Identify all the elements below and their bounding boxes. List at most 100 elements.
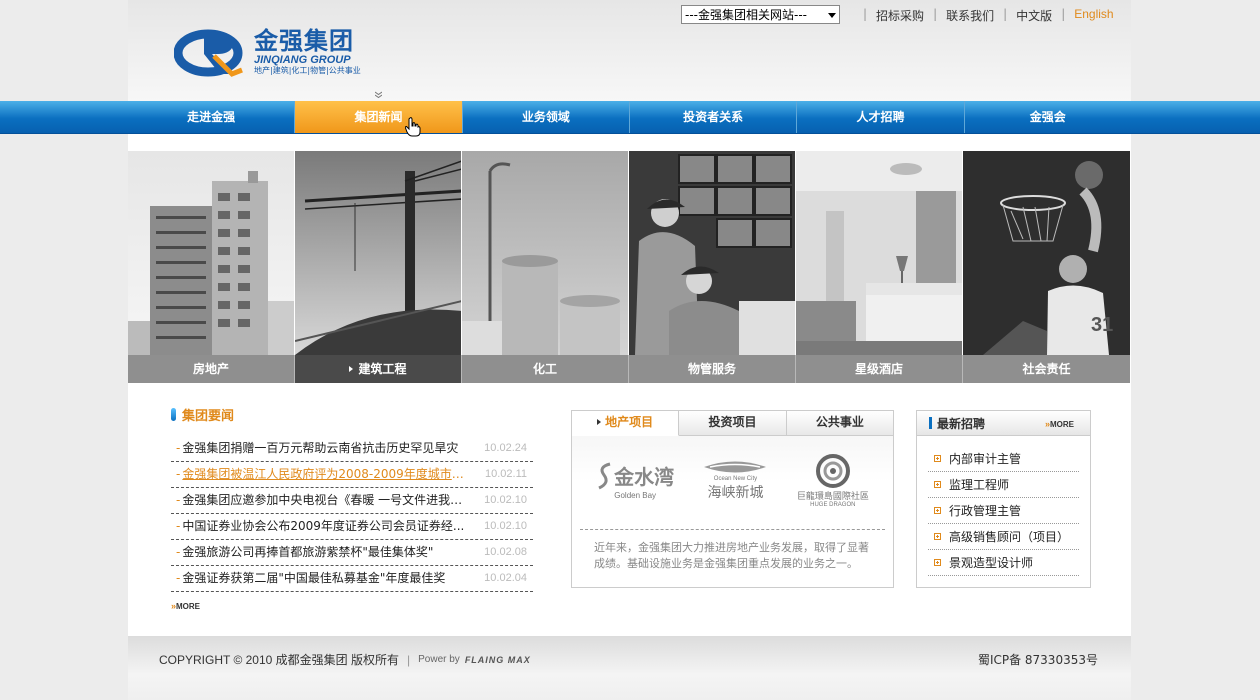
- news-item-date: 10.02.24: [484, 442, 527, 454]
- divider: |: [863, 7, 868, 21]
- nav-item-business[interactable]: 业务领域: [463, 101, 630, 133]
- job-title[interactable]: 行政管理主管: [949, 502, 1021, 519]
- arrow-right-icon: [597, 419, 602, 425]
- jobs-more-link[interactable]: » MORE: [1045, 419, 1074, 429]
- panel-hotel[interactable]: [796, 151, 963, 355]
- chevron-down-icon: [375, 91, 382, 98]
- job-title[interactable]: 监理工程师: [949, 476, 1009, 493]
- nav-item-news[interactable]: 集团新闻: [295, 101, 463, 137]
- header: 金强集团 JINQIANG GROUP 地产|建筑|化工|物管|公共事业 ---…: [128, 0, 1131, 101]
- news-item-date: 10.02.11: [484, 468, 527, 480]
- news-item-title[interactable]: 金强集团捐赠一百万元帮助云南省抗击历史罕见旱灾: [182, 436, 468, 461]
- dropdown-arrow-icon: [828, 13, 836, 18]
- project-logo-golden-bay[interactable]: 金水湾 Golden Bay: [596, 461, 674, 500]
- panel-real-estate[interactable]: [128, 151, 295, 355]
- project-logo-ocean-city[interactable]: Ocean New City 海峡新城: [702, 458, 768, 502]
- projects-box: 地产项目 投资项目 公共事业 金水湾 Golden Bay Ocean New …: [571, 410, 894, 588]
- business-captions: 房地产 建筑工程 化工 物管服务 星级酒店 社会责任: [128, 355, 1131, 383]
- related-sites-select[interactable]: ---金强集团相关网站---: [681, 5, 840, 24]
- hotel-room-image: [796, 151, 962, 355]
- link-contact[interactable]: 联系我们: [946, 7, 994, 24]
- nav-item-about[interactable]: 走进金强: [128, 101, 296, 133]
- divider: [580, 529, 885, 530]
- news-item-date: 10.02.08: [484, 546, 527, 558]
- caption-chemical[interactable]: 化工: [462, 355, 629, 383]
- divider: |: [933, 7, 938, 21]
- news-item[interactable]: - 中国证券业协会公布2009年度证券公司会员证券经... 10.02.10: [171, 514, 533, 540]
- caption-construction-label: 建筑工程: [358, 362, 407, 376]
- nav-item-club[interactable]: 金强会: [965, 101, 1131, 133]
- news-section: 集团要闻 - 金强集团捐赠一百万元帮助云南省抗击历史罕见旱灾 10.02.24 -金…: [171, 404, 533, 592]
- news-item[interactable]: - 金强集团捐赠一百万元帮助云南省抗击历史罕见旱灾 10.02.24: [171, 436, 533, 462]
- news-list: - 金强集团捐赠一百万元帮助云南省抗击历史罕见旱灾 10.02.24 - 金强集团被温…: [171, 436, 533, 592]
- basketball-image: 31: [963, 151, 1130, 355]
- job-item[interactable]: 监理工程师: [928, 472, 1079, 498]
- project-logo-huge-dragon[interactable]: 巨龍環島國際社區 HUGE DRAGON: [797, 453, 869, 508]
- caption-social-responsibility[interactable]: 社会责任: [963, 355, 1130, 383]
- hand-cursor-icon: [405, 117, 421, 137]
- main-nav: 走进金强 集团新闻 业务领域 投资者关系 人才招聘 金强会: [0, 101, 1260, 137]
- footer: COPYRIGHT © 2010 成都金强集团 版权所有 | Power by …: [128, 636, 1131, 700]
- job-item[interactable]: 内部审计主管: [928, 446, 1079, 472]
- news-more-link[interactable]: » MORE: [171, 601, 200, 611]
- caption-hotel[interactable]: 星级酒店: [796, 355, 963, 383]
- nav-item-careers[interactable]: 人才招聘: [797, 101, 965, 133]
- building-image: [128, 151, 294, 355]
- tab-public-utilities[interactable]: 公共事业: [786, 411, 893, 435]
- double-arrow-icon: »: [171, 601, 176, 611]
- link-chinese[interactable]: 中文版: [1016, 7, 1052, 24]
- svg-text:31: 31: [1091, 314, 1113, 336]
- crane-image: [295, 151, 461, 355]
- project-logos: 金水湾 Golden Bay Ocean New City 海峡新城 巨龍環島國…: [572, 436, 893, 524]
- caption-construction[interactable]: 建筑工程: [295, 355, 462, 383]
- job-item[interactable]: 行政管理主管: [928, 498, 1079, 524]
- news-item[interactable]: - 金强集团应邀参加中央电视台《春暖 一号文件进我家... 10.02.10: [171, 488, 533, 514]
- project-logo-name: 巨龍環島國際社區: [796, 491, 869, 502]
- projects-tabs: 地产项目 投资项目 公共事业: [572, 411, 893, 436]
- link-tender[interactable]: 招标采购: [876, 7, 924, 24]
- panel-social-responsibility[interactable]: 31: [963, 151, 1130, 355]
- link-english[interactable]: English: [1074, 7, 1113, 24]
- page: 金强集团 JINQIANG GROUP 地产|建筑|化工|物管|公共事业 ---…: [0, 0, 1260, 700]
- job-item[interactable]: 高级销售顾问（项目）: [928, 524, 1079, 550]
- tanks-image: [462, 151, 628, 355]
- news-item[interactable]: - 金强集团被温江人民政府评为2008-2009年度城市建... 10.02.11: [171, 462, 533, 488]
- job-title[interactable]: 内部审计主管: [949, 450, 1021, 467]
- news-item-title[interactable]: 金强证券获第二届"中国最佳私募基金"年度最佳奖: [182, 566, 468, 591]
- project-logo-sub: HUGE DRAGON: [810, 501, 856, 508]
- tab-investment-projects[interactable]: 投资项目: [679, 411, 787, 435]
- news-title: 集团要闻: [182, 408, 235, 424]
- tab-real-estate-projects[interactable]: 地产项目: [572, 411, 680, 436]
- news-item-title[interactable]: 金强集团被温江人民政府评为2008-2009年度城市建...: [182, 462, 468, 487]
- logo-cn: 金强集团: [254, 27, 354, 55]
- panel-property-services[interactable]: [629, 151, 796, 355]
- nav-item-investors[interactable]: 投资者关系: [630, 101, 798, 133]
- news-item[interactable]: - 金强证券获第二届"中国最佳私募基金"年度最佳奖 10.02.04: [171, 566, 533, 592]
- news-item-title[interactable]: 金强集团应邀参加中央电视台《春暖 一号文件进我家...: [182, 488, 468, 513]
- jobs-list: 内部审计主管 监理工程师 行政管理主管 高级销售顾问（项目） 景观造型设计师: [928, 446, 1079, 576]
- logo[interactable]: 金强集团 JINQIANG GROUP 地产|建筑|化工|物管|公共事业: [174, 26, 361, 78]
- panel-chemical[interactable]: [462, 151, 629, 355]
- security-image: [629, 151, 795, 355]
- plus-box-icon: [934, 481, 941, 488]
- logo-sub: 地产|建筑|化工|物管|公共事业: [254, 66, 361, 75]
- news-item-date: 10.02.10: [484, 520, 527, 532]
- icp-license[interactable]: 蜀ICP备 87330353号: [978, 651, 1098, 668]
- project-logo-name: 海峡新城: [707, 485, 764, 501]
- caption-property-services[interactable]: 物管服务: [629, 355, 796, 383]
- news-item-title[interactable]: 金强旅游公司再捧首都旅游紫禁杯"最佳集体奖": [182, 540, 468, 565]
- project-logo-sub: Golden Bay: [614, 490, 657, 500]
- panel-construction[interactable]: [295, 151, 462, 355]
- ring-logo-icon: [815, 453, 850, 488]
- plus-box-icon: [934, 533, 941, 540]
- copyright-text: COPYRIGHT © 2010 成都金强集团 版权所有: [159, 653, 399, 667]
- powered-by-brand[interactable]: FLAING MAX: [465, 655, 531, 665]
- news-item[interactable]: - 金强旅游公司再捧首都旅游紫禁杯"最佳集体奖" 10.02.08: [171, 540, 533, 566]
- logo-mark-icon: [174, 29, 243, 77]
- job-title[interactable]: 景观造型设计师: [949, 554, 1033, 571]
- job-title[interactable]: 高级销售顾问（项目）: [949, 528, 1069, 545]
- news-item-date: 10.02.04: [484, 572, 527, 584]
- caption-real-estate[interactable]: 房地产: [128, 355, 295, 383]
- job-item[interactable]: 景观造型设计师: [928, 550, 1079, 576]
- news-item-title[interactable]: 中国证券业协会公布2009年度证券公司会员证券经...: [182, 514, 468, 539]
